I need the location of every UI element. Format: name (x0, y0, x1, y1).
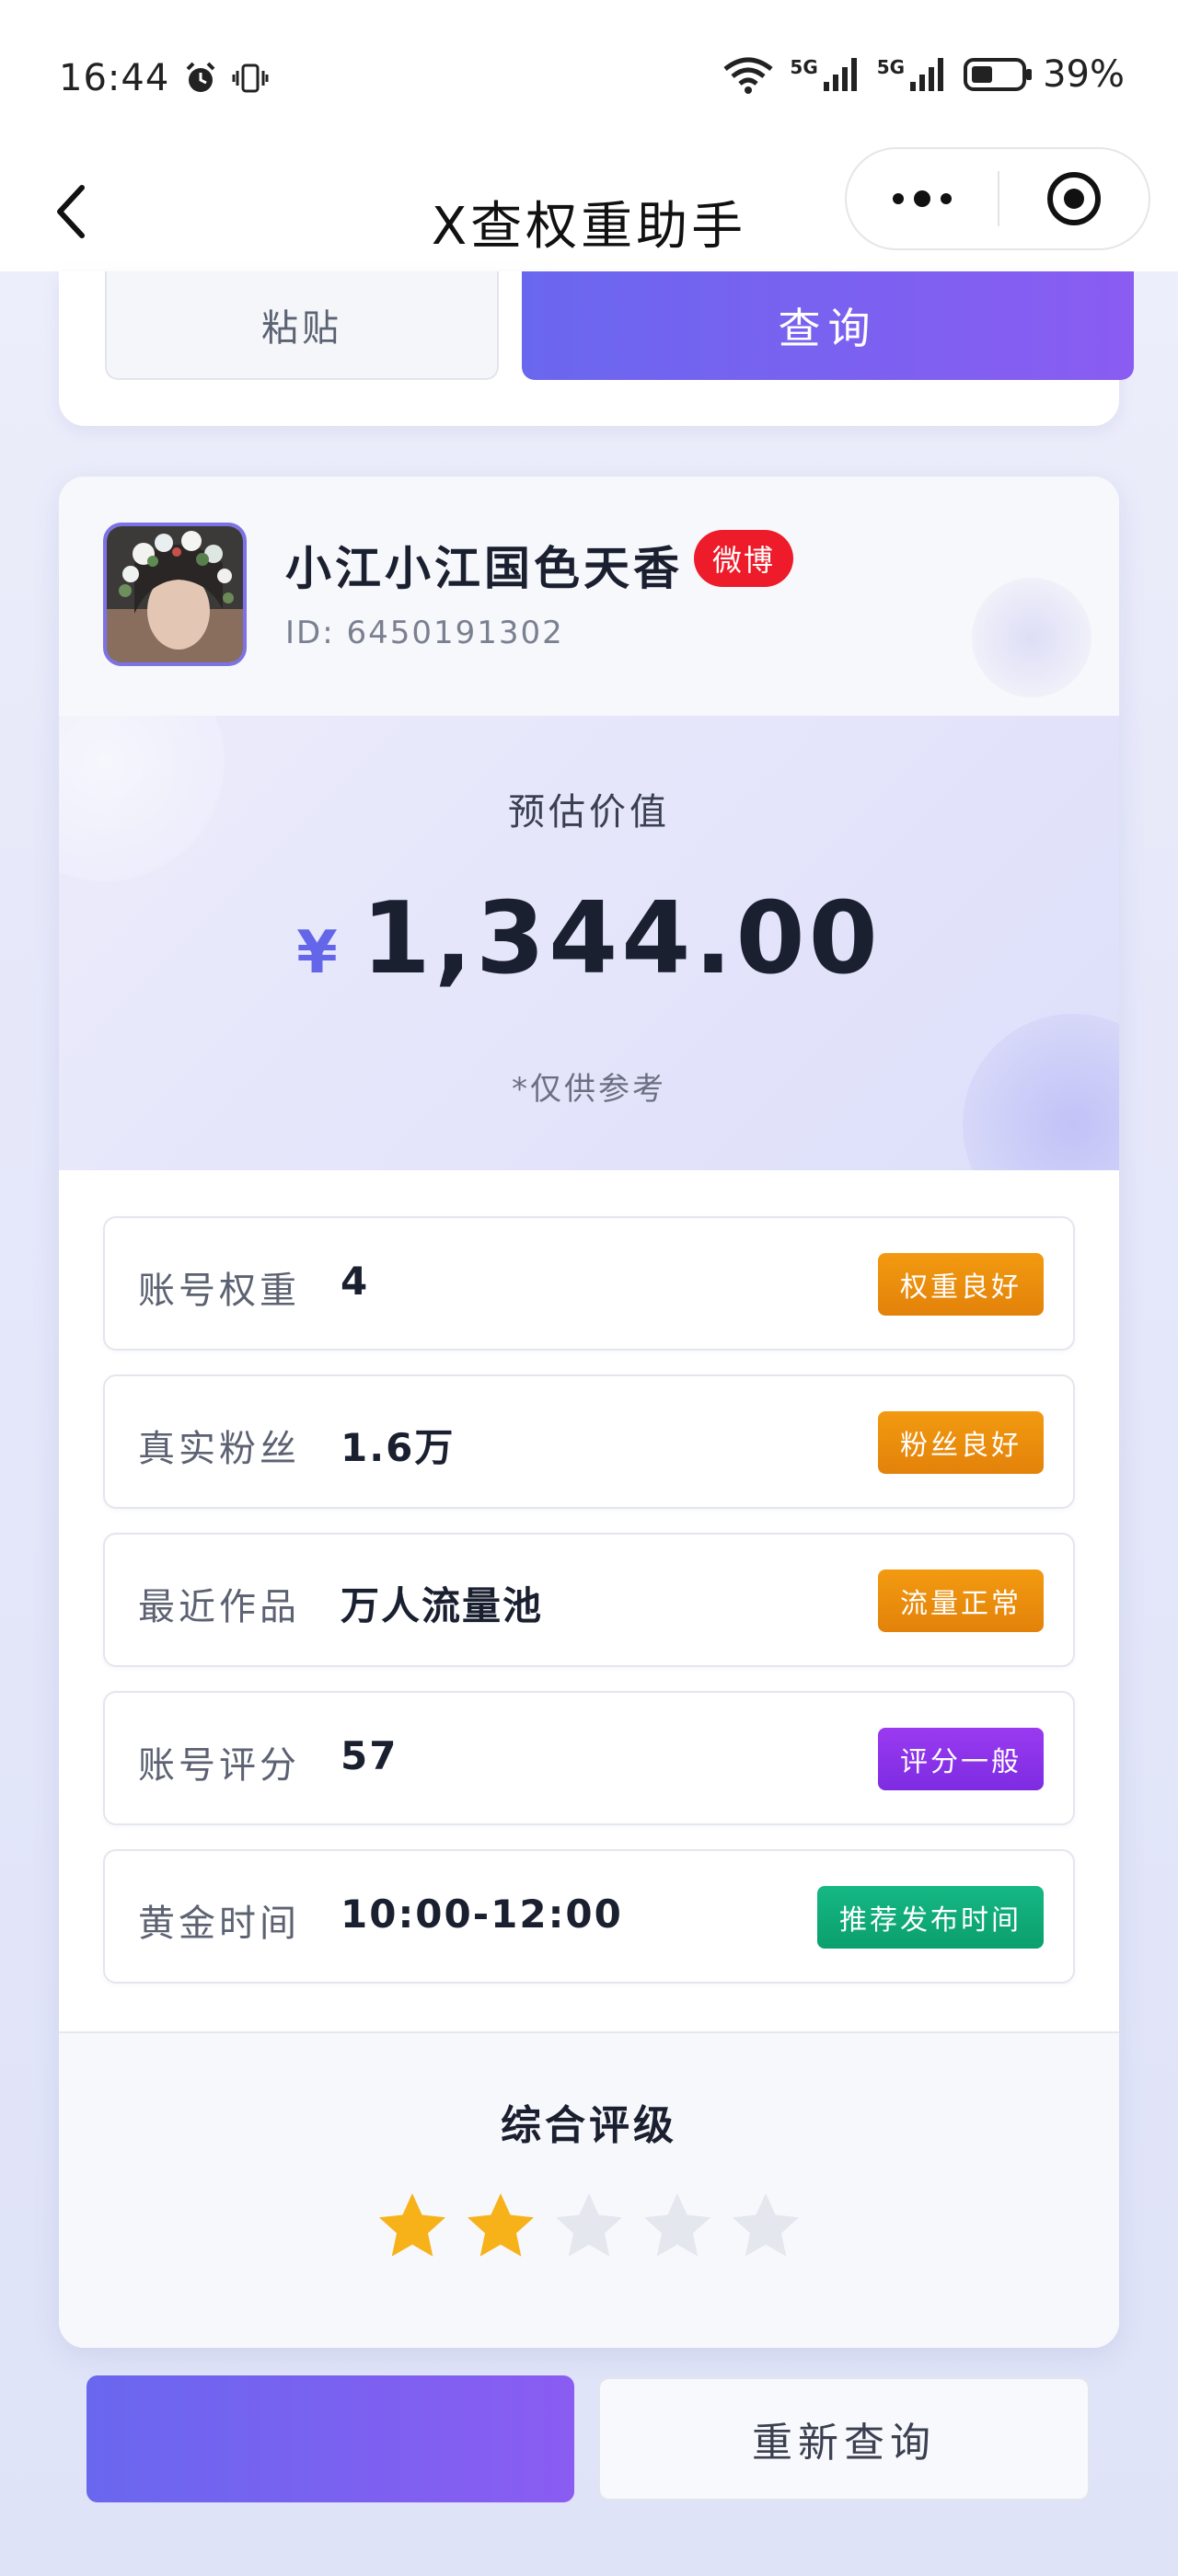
status-bar: 16:44 5G 5G 39% (0, 0, 1178, 152)
decorative-glow (972, 578, 1091, 697)
primary-action-button[interactable] (87, 2375, 574, 2502)
user-id-value: 6450191302 (346, 615, 564, 651)
metric-label: 账号权重 (138, 1270, 300, 1312)
search-card: 粘贴 查询 (59, 271, 1134, 426)
paste-button[interactable]: 粘贴 (105, 271, 499, 380)
metric-value: 1.6万 (341, 1425, 456, 1470)
result-card: 小江小江国色天香 微博 ID: 6450191302 预估价值 ¥ 1,344.… (59, 477, 1119, 2348)
avatar-image (107, 526, 243, 662)
metric-row-recent-works: 最近作品 万人流量池 流量正常 (103, 1533, 1075, 1667)
metric-tag: 推荐发布时间 (817, 1886, 1044, 1949)
battery-icon (964, 58, 1033, 91)
star-rating (59, 2190, 1119, 2263)
query-button[interactable]: 查询 (522, 271, 1134, 380)
avatar (103, 523, 247, 666)
network-type-1: 5G (790, 56, 818, 78)
metrics-list: 账号权重 4 权重良好 真实粉丝 1.6万 粉丝良好 最近作品 万人流量池 流量… (103, 1216, 1075, 2007)
valuation-amount-group: ¥ 1,344.00 (59, 881, 1119, 996)
star-empty-icon (556, 2193, 622, 2257)
star-empty-icon (644, 2193, 710, 2257)
metric-row-weight: 账号权重 4 权重良好 (103, 1216, 1075, 1351)
metric-label: 最近作品 (138, 1586, 300, 1628)
network-type-2: 5G (876, 56, 906, 78)
star-filled-icon (379, 2193, 445, 2257)
metric-label: 真实粉丝 (138, 1428, 300, 1470)
valuation-label: 预估价值 (508, 791, 670, 834)
valuation-note: *仅供参考 (512, 1071, 666, 1108)
metric-tag: 权重良好 (878, 1253, 1044, 1316)
metric-label: 账号评分 (138, 1744, 300, 1787)
signal-bars-icon (823, 58, 857, 91)
requery-button[interactable]: 重新查询 (598, 2377, 1090, 2501)
close-mini-program-button[interactable] (999, 149, 1149, 248)
signal-bars-icon (910, 58, 944, 91)
alarm-icon (186, 62, 215, 92)
metric-row-fans: 真实粉丝 1.6万 粉丝良好 (103, 1374, 1075, 1509)
valuation-panel: 预估价值 ¥ 1,344.00 *仅供参考 (59, 716, 1119, 1170)
target-icon (1047, 172, 1101, 225)
metric-label: 黄金时间 (138, 1903, 300, 1945)
metric-tag: 粉丝良好 (878, 1411, 1044, 1474)
status-time: 16:44 (59, 57, 170, 99)
battery: 39% (964, 53, 1125, 96)
vibrate-icon (232, 63, 269, 93)
rating-title: 综合评级 (501, 2102, 677, 2149)
more-dots-icon (893, 190, 952, 207)
status-time-group: 16:44 (59, 57, 269, 99)
valuation-amount: 1,344.00 (361, 881, 882, 996)
signal-2: 5G (877, 56, 949, 93)
metric-value: 10:00-12:00 (341, 1892, 623, 1937)
user-id-label: ID: (285, 615, 335, 651)
metric-row-score: 账号评分 57 评分一般 (103, 1691, 1075, 1825)
metric-value: 万人流量池 (341, 1583, 544, 1628)
user-id: ID: 6450191302 (285, 615, 564, 651)
mini-program-capsule (845, 147, 1150, 250)
metric-value: 57 (341, 1733, 398, 1778)
star-filled-icon (468, 2193, 534, 2257)
star-empty-icon (733, 2193, 799, 2257)
more-button[interactable] (847, 149, 998, 248)
signal-1: 5G (790, 56, 861, 93)
rating-section: 综合评级 (59, 2033, 1119, 2348)
metric-tag: 评分一般 (878, 1728, 1044, 1790)
platform-badge: 微博 (694, 530, 794, 587)
profile-header: 小江小江国色天香 微博 ID: 6450191302 (59, 477, 1119, 716)
metric-tag: 流量正常 (878, 1570, 1044, 1632)
nickname: 小江小江国色天香 (285, 542, 683, 595)
metric-row-golden-time: 黄金时间 10:00-12:00 推荐发布时间 (103, 1849, 1075, 1984)
status-indicators: 5G 5G 39% (722, 53, 1125, 96)
currency-symbol: ¥ (296, 919, 338, 987)
battery-percent: 39% (1043, 53, 1125, 96)
metric-value: 4 (341, 1259, 370, 1304)
wifi-icon (723, 57, 773, 94)
